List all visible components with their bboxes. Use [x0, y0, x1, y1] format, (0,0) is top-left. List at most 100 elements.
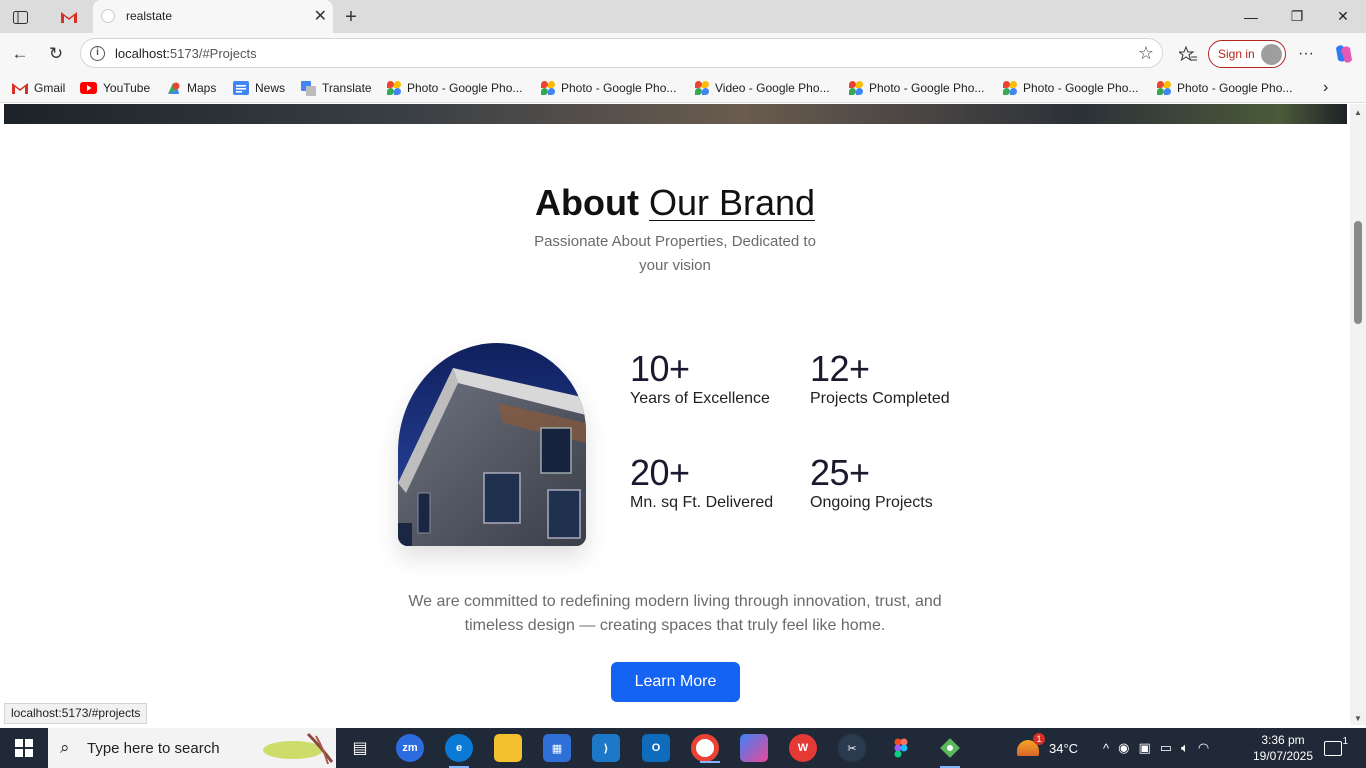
vscode-icon[interactable]: ⟩	[592, 734, 620, 762]
windows-start-icon[interactable]	[0, 728, 48, 768]
more-options-icon[interactable]: ···	[1293, 41, 1319, 67]
wifi-icon[interactable]: ◠	[1198, 740, 1209, 756]
refresh-icon[interactable]: ↻	[43, 41, 69, 67]
stat-label: Projects Completed	[810, 390, 950, 407]
bookmark-photo-3[interactable]: Photo - Google Pho...	[849, 80, 984, 96]
bookmark-maps[interactable]: Maps	[166, 80, 216, 96]
copilot-app-icon[interactable]	[740, 734, 768, 762]
about-subtitle: Passionate About Properties, Dedicated t…	[534, 233, 816, 274]
screen-capture-icon[interactable]: ▣	[1138, 740, 1150, 756]
bookmark-photo-2[interactable]: Photo - Google Pho...	[541, 80, 676, 96]
weather-temp: 34°C	[1049, 740, 1079, 756]
outlook-icon[interactable]: O	[642, 734, 670, 762]
stat-years: 10+ Years of Excellence	[630, 348, 770, 408]
scroll-down-icon[interactable]: ▼	[1354, 714, 1362, 723]
scroll-up-icon[interactable]: ▲	[1354, 108, 1362, 117]
page-favicon-icon	[101, 9, 115, 23]
file-explorer-icon[interactable]	[494, 734, 522, 762]
translate-icon	[301, 80, 316, 96]
tray-overflow-chevron-icon[interactable]: ^	[1103, 741, 1109, 756]
taskbar-search-box[interactable]: ⌕ Type here to search	[48, 728, 336, 768]
window-close-icon[interactable]: ✕	[1320, 0, 1366, 33]
about-heading: About Our Brand	[0, 182, 1350, 224]
wps-office-icon[interactable]: W	[789, 734, 817, 762]
tab-actions-icon[interactable]	[5, 4, 35, 30]
learn-more-button[interactable]: Learn More	[611, 662, 740, 702]
favorites-icon[interactable]	[1175, 41, 1201, 67]
system-tray-icons: ^ ◉ ▣ ▭ 🔈︎ ◠	[1103, 728, 1209, 768]
url-host: localhost:	[115, 46, 170, 61]
sign-in-label: Sign in	[1218, 47, 1255, 61]
bookmark-news[interactable]: News	[233, 80, 285, 96]
stat-label: Mn. sq Ft. Delivered	[630, 494, 774, 511]
meet-now-icon[interactable]: ◉	[1118, 740, 1129, 756]
bookmark-label: Photo - Google Pho...	[1023, 81, 1139, 95]
task-view-icon[interactable]: ▤	[346, 734, 374, 762]
windows-taskbar: ⌕ Type here to search ▤ zm e ▦ ⟩ O W ✂ 1…	[0, 728, 1366, 768]
gmail-tab-icon[interactable]	[54, 4, 84, 30]
stat-sqft-delivered: 20+ Mn. sq Ft. Delivered	[630, 452, 773, 512]
git-app-icon[interactable]	[936, 734, 964, 768]
bookmark-youtube[interactable]: YouTube	[80, 80, 150, 96]
back-icon[interactable]: ←	[7, 41, 33, 67]
page-scrollbar[interactable]: ▲ ▼	[1350, 104, 1366, 725]
url-text[interactable]: localhost:5173/#Projects	[115, 46, 257, 61]
bookmark-label: Photo - Google Pho...	[561, 81, 677, 95]
bookmark-label: YouTube	[103, 81, 151, 95]
stat-value: 20+	[630, 452, 690, 493]
youtube-icon	[80, 82, 97, 94]
bookmark-label: Video - Google Pho...	[715, 81, 830, 95]
bookmark-photo-4[interactable]: Photo - Google Pho...	[1003, 80, 1138, 96]
bookmark-label: News	[255, 81, 286, 95]
site-info-icon[interactable]: i	[90, 46, 105, 61]
zoom-app-icon[interactable]: zm	[396, 734, 424, 762]
sign-in-button[interactable]: Sign in	[1208, 40, 1286, 68]
battery-icon[interactable]: ▭	[1160, 740, 1172, 756]
profile-avatar-icon	[1261, 44, 1282, 65]
bookmark-photo-1[interactable]: Photo - Google Pho...	[387, 80, 522, 96]
notification-count: 1	[1342, 735, 1348, 747]
bookmark-photo-5[interactable]: Photo - Google Pho...	[1157, 80, 1292, 96]
search-placeholder: Type here to search	[87, 740, 220, 757]
address-bar[interactable]: i localhost:5173/#Projects ☆	[80, 38, 1163, 68]
bookmark-translate[interactable]: Translate	[301, 80, 372, 96]
bookmark-label: Maps	[187, 81, 217, 95]
copilot-icon[interactable]	[1331, 41, 1357, 67]
close-tab-icon[interactable]: ✕	[314, 6, 327, 26]
bookmark-label: Translate	[322, 81, 372, 95]
link-status-url: localhost:5173/#projects	[4, 703, 148, 724]
bookmark-label: Photo - Google Pho...	[869, 81, 985, 95]
stat-value: 12+	[810, 348, 870, 389]
tab-title: realstate	[126, 9, 173, 23]
hero-image-bottom	[4, 104, 1347, 124]
scrollbar-thumb[interactable]	[1354, 221, 1362, 324]
snipping-tool-icon[interactable]: ✂	[838, 734, 866, 762]
favorite-star-icon[interactable]: ☆	[1138, 43, 1154, 64]
notification-center-icon[interactable]: 1	[1324, 728, 1348, 768]
google-photos-icon	[695, 81, 709, 95]
heading-bold-text: About	[534, 182, 639, 223]
minimize-icon[interactable]: —	[1228, 0, 1274, 33]
news-icon	[233, 81, 249, 95]
bookmarks-overflow-chevron-icon[interactable]: ›	[1323, 79, 1328, 96]
about-description: We are committed to redefining modern li…	[408, 593, 942, 634]
google-photos-icon	[849, 81, 863, 95]
restore-icon[interactable]: ❐	[1274, 0, 1320, 33]
weather-widget[interactable]: 1 34°C	[1017, 728, 1078, 768]
clock[interactable]: 3:36 pm 19/07/2025	[1251, 728, 1315, 768]
figma-icon[interactable]	[887, 734, 915, 762]
microsoft-store-icon[interactable]: ▦	[543, 734, 571, 762]
bookmark-label: Gmail	[34, 81, 66, 95]
stat-label: Ongoing Projects	[810, 494, 933, 511]
chrome-icon[interactable]	[691, 734, 720, 763]
edge-app-icon[interactable]: e	[445, 734, 473, 768]
bookmark-gmail[interactable]: Gmail	[12, 80, 65, 96]
bookmark-label: Photo - Google Pho...	[407, 81, 523, 95]
stat-value: 10+	[630, 348, 690, 389]
page-viewport: About Our Brand Passionate About Propert…	[0, 104, 1350, 725]
maps-icon	[168, 82, 180, 94]
volume-icon[interactable]: 🔈︎	[1181, 740, 1189, 756]
bookmark-video[interactable]: Video - Google Pho...	[695, 80, 830, 96]
new-tab-icon[interactable]: +	[336, 4, 366, 30]
tab-realstate[interactable]: realstate ✕	[93, 0, 333, 33]
